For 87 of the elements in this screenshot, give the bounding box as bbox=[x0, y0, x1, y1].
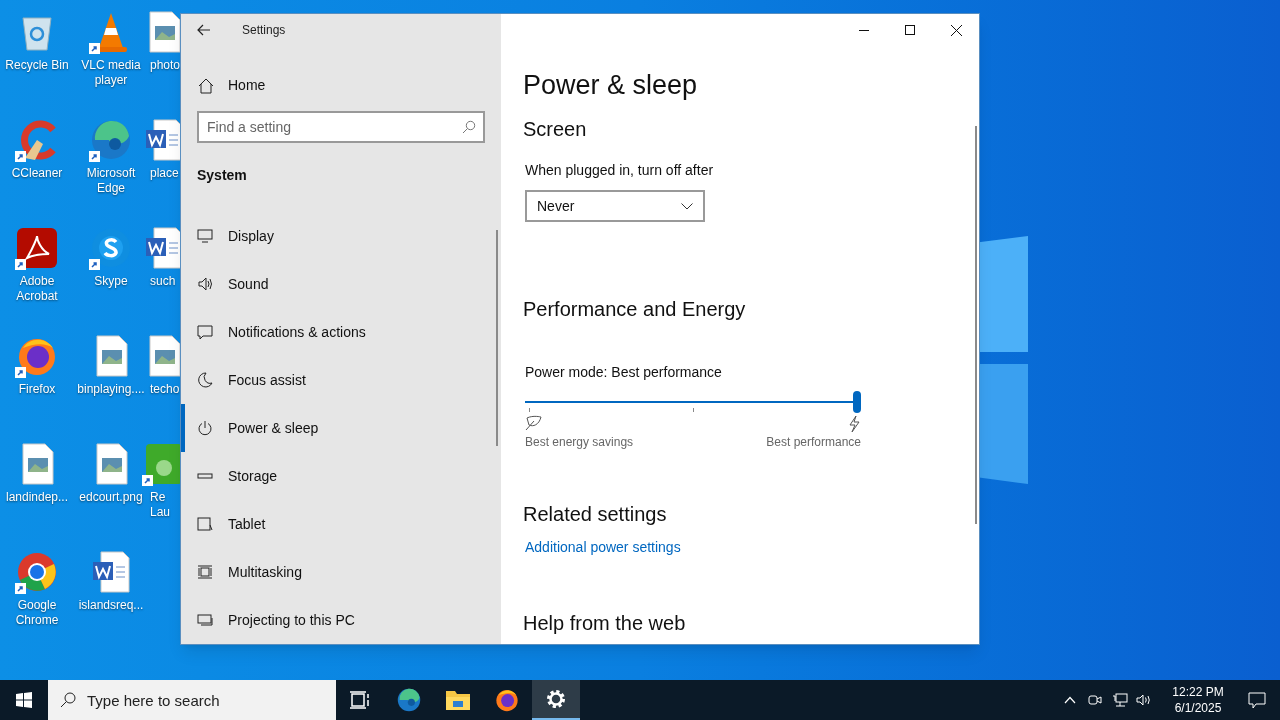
desktop-icon-label[interactable]: Firefox bbox=[0, 382, 74, 397]
shortcut-arrow-icon bbox=[89, 259, 100, 270]
desktop-icon-label[interactable]: Microsoft Edge bbox=[74, 166, 148, 196]
fox-browser-icon bbox=[494, 687, 520, 713]
sidebar-item[interactable]: Multitasking bbox=[181, 548, 501, 596]
moon-icon bbox=[197, 372, 213, 388]
message-icon bbox=[197, 324, 213, 340]
sidebar-item[interactable]: Display bbox=[181, 212, 501, 260]
close-icon bbox=[950, 24, 962, 36]
desktop-icon-label[interactable]: Adobe Acrobat bbox=[0, 274, 74, 304]
clock[interactable]: 12:22 PM 6/1/2025 bbox=[1162, 684, 1234, 716]
windows-logo-icon bbox=[16, 692, 32, 708]
desktop-icon-label[interactable]: Re Lau bbox=[148, 490, 180, 520]
scrollbar[interactable] bbox=[975, 126, 977, 524]
chevron-up-icon[interactable] bbox=[1064, 696, 1076, 704]
desktop-icon-label[interactable]: techo bbox=[148, 382, 180, 397]
settings-icon bbox=[545, 688, 567, 710]
search-icon bbox=[462, 120, 476, 134]
search-field[interactable]: Find a setting bbox=[197, 111, 485, 143]
sidebar-item[interactable]: Storage bbox=[181, 452, 501, 500]
browser-icon bbox=[89, 118, 133, 162]
browser-icon bbox=[396, 687, 422, 713]
maximize-icon bbox=[905, 25, 915, 35]
multitasking-icon bbox=[197, 564, 213, 580]
pdf-app-icon bbox=[15, 226, 59, 270]
desktop-icon-label[interactable]: landindep... bbox=[0, 490, 74, 505]
chevron-down-icon bbox=[681, 202, 693, 210]
desktop-icon-label[interactable]: photo bbox=[148, 58, 180, 73]
shortcut-arrow-icon bbox=[89, 43, 100, 54]
home-icon bbox=[198, 77, 214, 94]
field-label: When plugged in, turn off after bbox=[525, 161, 715, 180]
slider-min-label: Best energy savings bbox=[525, 434, 634, 451]
desktop-icon-label[interactable]: VLC media player bbox=[74, 58, 148, 88]
desktop-icon-label[interactable]: binplaying.... bbox=[74, 382, 148, 397]
round-browser-icon bbox=[15, 550, 59, 594]
sidebar-item[interactable]: Tablet bbox=[181, 500, 501, 548]
section-heading: Help from the web bbox=[523, 611, 687, 636]
power-mode-slider[interactable] bbox=[525, 391, 861, 415]
shortcut-arrow-icon bbox=[15, 583, 26, 594]
search-icon bbox=[60, 692, 76, 708]
sidebar-item[interactable]: Focus assist bbox=[181, 356, 501, 404]
speaker-icon[interactable] bbox=[1136, 693, 1152, 707]
monitor-icon bbox=[197, 228, 213, 244]
projector-icon bbox=[197, 612, 213, 628]
desktop-icon-label[interactable]: Skype bbox=[74, 274, 148, 289]
leaf-icon bbox=[525, 415, 543, 431]
slider-label: Power mode: Best performance bbox=[525, 363, 723, 382]
desktop-icon-label[interactable]: edcourt.png bbox=[74, 490, 148, 505]
taskbar-app-button[interactable] bbox=[532, 680, 580, 720]
shortcut-arrow-icon bbox=[15, 151, 26, 162]
section-heading: Related settings bbox=[523, 502, 668, 527]
desktop-icon-label[interactable]: CCleaner bbox=[0, 166, 74, 181]
additional-power-settings-link[interactable]: Additional power settings bbox=[525, 537, 681, 558]
sidebar-item[interactable]: Notifications & actions bbox=[181, 308, 501, 356]
speaker-icon bbox=[197, 276, 213, 292]
message-icon bbox=[1248, 691, 1266, 709]
desktop-icon-label[interactable]: place bbox=[148, 166, 180, 181]
shortcut-arrow-icon bbox=[142, 475, 153, 486]
folder-icon bbox=[445, 688, 471, 712]
section-heading: System bbox=[196, 166, 248, 185]
back-arrow-icon bbox=[197, 24, 211, 36]
window-title: Settings bbox=[242, 22, 286, 39]
camera-icon[interactable] bbox=[1088, 693, 1102, 707]
task-view-icon bbox=[349, 690, 371, 710]
minimize-icon bbox=[859, 29, 869, 31]
scrollbar[interactable] bbox=[496, 230, 498, 446]
desktop-icon-label[interactable]: Google Chrome bbox=[0, 598, 74, 628]
lightning-icon bbox=[847, 415, 861, 433]
slider-thumb[interactable] bbox=[853, 391, 861, 413]
sidebar-item[interactable]: Projecting to this PC bbox=[181, 596, 501, 644]
slider-max-label: Best performance bbox=[766, 434, 861, 451]
network-icon[interactable] bbox=[1112, 693, 1128, 707]
shortcut-arrow-icon bbox=[89, 151, 100, 162]
taskbar-search-field[interactable]: Type here to search bbox=[48, 680, 336, 720]
timeout-dropdown[interactable]: Never bbox=[525, 190, 705, 222]
tablet-icon bbox=[197, 516, 213, 532]
sidebar-item[interactable]: Sound bbox=[181, 260, 501, 308]
section-heading: Performance and Energy bbox=[523, 297, 747, 322]
page-heading: Power & sleep bbox=[523, 69, 699, 102]
desktop-icon-label[interactable]: such bbox=[148, 274, 180, 289]
shortcut-arrow-icon bbox=[15, 367, 26, 378]
desktop-icon-label[interactable]: islandsreq... bbox=[74, 598, 148, 613]
shortcut-arrow-icon bbox=[15, 259, 26, 270]
section-heading: Screen bbox=[523, 117, 588, 142]
power-icon bbox=[197, 420, 213, 436]
desktop-icon-label[interactable]: Recycle Bin bbox=[0, 58, 74, 73]
home-item[interactable]: Home bbox=[181, 64, 501, 107]
